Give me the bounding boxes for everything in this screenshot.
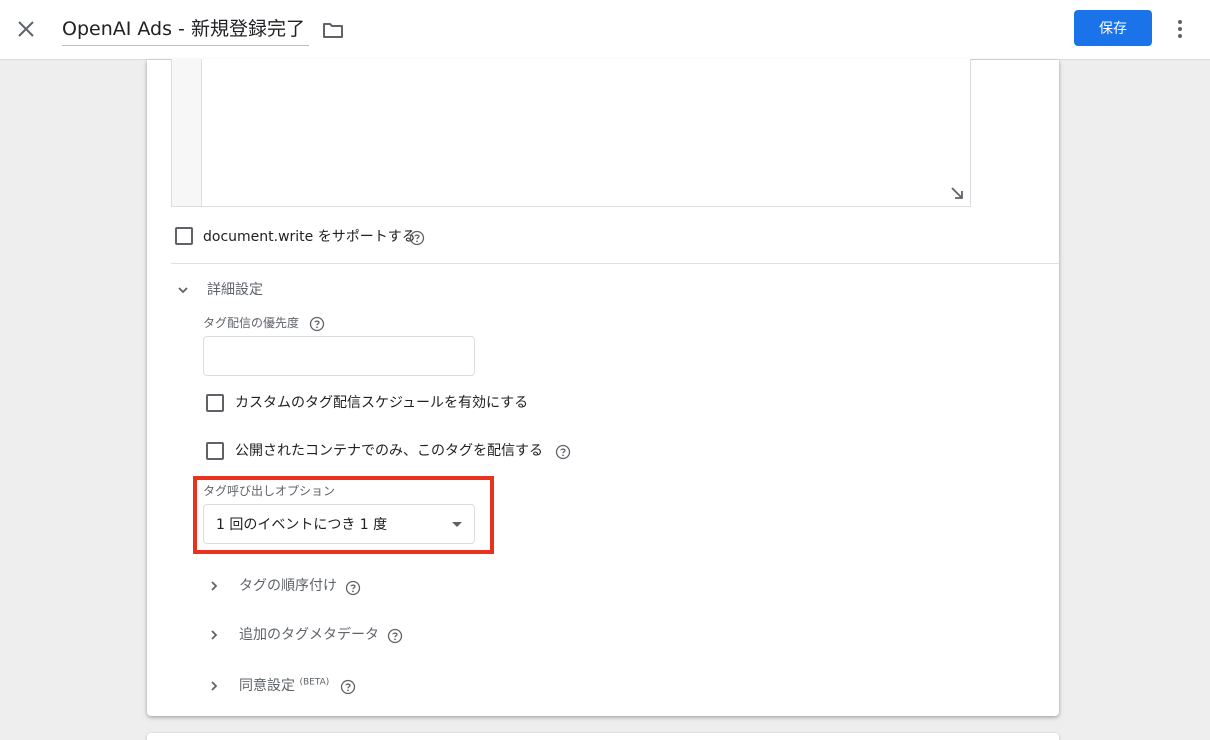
tag-sequencing-toggle[interactable]: タグの順序付け <box>239 576 337 596</box>
firing-option-value: 1 回のイベントにつき 1 度 <box>216 517 388 533</box>
chevron-right-icon[interactable] <box>205 626 223 644</box>
firing-option-select[interactable]: 1 回のイベントにつき 1 度 <box>203 504 475 544</box>
chevron-down-icon[interactable] <box>174 281 192 299</box>
help-icon[interactable] <box>345 580 361 596</box>
chevron-right-icon[interactable] <box>205 577 223 595</box>
editor-gutter <box>172 59 202 206</box>
priority-input[interactable] <box>203 336 475 376</box>
consent-settings-toggle[interactable]: 同意設定 (BETA) <box>239 676 329 696</box>
dropdown-arrow-icon <box>452 522 462 527</box>
document-write-label: document.write をサポートする <box>203 229 416 245</box>
consent-label: 同意設定 <box>239 678 295 694</box>
help-icon[interactable] <box>555 444 571 460</box>
more-vert-icon[interactable] <box>1168 17 1192 41</box>
help-icon[interactable] <box>387 628 403 644</box>
published-only-label: 公開されたコンテナでのみ、このタグを配信する <box>235 443 543 459</box>
beta-badge: (BETA) <box>299 677 330 688</box>
folder-icon[interactable] <box>321 18 345 42</box>
tag-metadata-toggle[interactable]: 追加のタグメタデータ <box>239 625 379 645</box>
resize-handle-icon[interactable] <box>950 186 964 200</box>
top-bar: OpenAI Ads - 新規登録完了 保存 <box>0 0 1210 60</box>
section-divider <box>171 263 1059 264</box>
document-write-checkbox[interactable] <box>175 227 193 245</box>
help-icon[interactable] <box>340 679 356 695</box>
close-icon[interactable] <box>14 17 38 41</box>
priority-label: タグ配信の優先度 <box>203 316 300 330</box>
chevron-right-icon[interactable] <box>205 677 223 695</box>
firing-option-label: タグ呼び出しオプション <box>203 484 336 498</box>
advanced-settings-toggle[interactable]: 詳細設定 <box>207 280 263 300</box>
tag-config-card: document.write をサポートする 詳細設定 タグ配信の優先度 カスタ… <box>147 59 1059 716</box>
help-icon[interactable] <box>409 230 425 246</box>
help-icon[interactable] <box>309 316 325 332</box>
custom-schedule-label: カスタムのタグ配信スケジュールを有効にする <box>235 395 529 411</box>
tag-title[interactable]: OpenAI Ads - 新規登録完了 <box>62 12 309 46</box>
published-only-checkbox[interactable] <box>206 442 224 460</box>
html-code-editor[interactable] <box>171 59 971 207</box>
triggering-card <box>147 733 1059 740</box>
custom-schedule-checkbox[interactable] <box>206 394 224 412</box>
save-button[interactable]: 保存 <box>1074 10 1152 46</box>
